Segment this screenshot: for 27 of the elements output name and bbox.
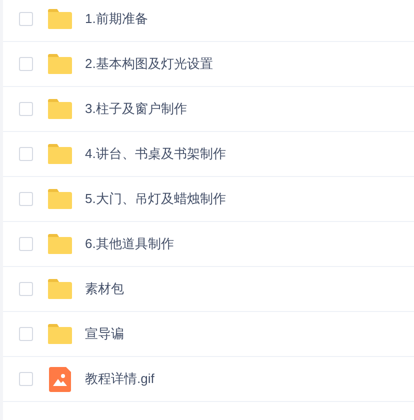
checkbox[interactable]	[19, 327, 33, 341]
file-name[interactable]: 3.柱子及窗户制作	[85, 99, 187, 119]
checkbox[interactable]	[19, 147, 33, 161]
file-name[interactable]: 素材包	[85, 279, 124, 299]
folder-icon	[47, 188, 73, 210]
folder-icon	[47, 323, 73, 345]
folder-icon	[47, 143, 73, 165]
folder-icon	[47, 233, 73, 255]
file-name[interactable]: 教程详情.gif	[85, 369, 154, 389]
checkbox[interactable]	[19, 282, 33, 296]
file-name[interactable]: 5.大门、吊灯及蜡烛制作	[85, 189, 226, 209]
folder-icon	[47, 278, 73, 300]
folder-icon	[47, 98, 73, 120]
file-name[interactable]: 4.讲台、书桌及书架制作	[85, 144, 226, 164]
checkbox[interactable]	[19, 237, 33, 251]
file-name[interactable]: 宣导谝	[85, 324, 124, 344]
folder-icon	[47, 53, 73, 75]
file-name[interactable]: 1.前期准备	[85, 9, 148, 29]
checkbox[interactable]	[19, 372, 33, 386]
image-file-icon	[49, 366, 71, 392]
checkbox[interactable]	[19, 192, 33, 206]
checkbox[interactable]	[19, 57, 33, 71]
checkbox[interactable]	[19, 102, 33, 116]
file-name[interactable]: 2.基本构图及灯光设置	[85, 54, 213, 74]
folder-icon	[47, 8, 73, 30]
checkbox[interactable]	[19, 12, 33, 26]
file-name[interactable]: 6.其他道具制作	[85, 234, 174, 254]
